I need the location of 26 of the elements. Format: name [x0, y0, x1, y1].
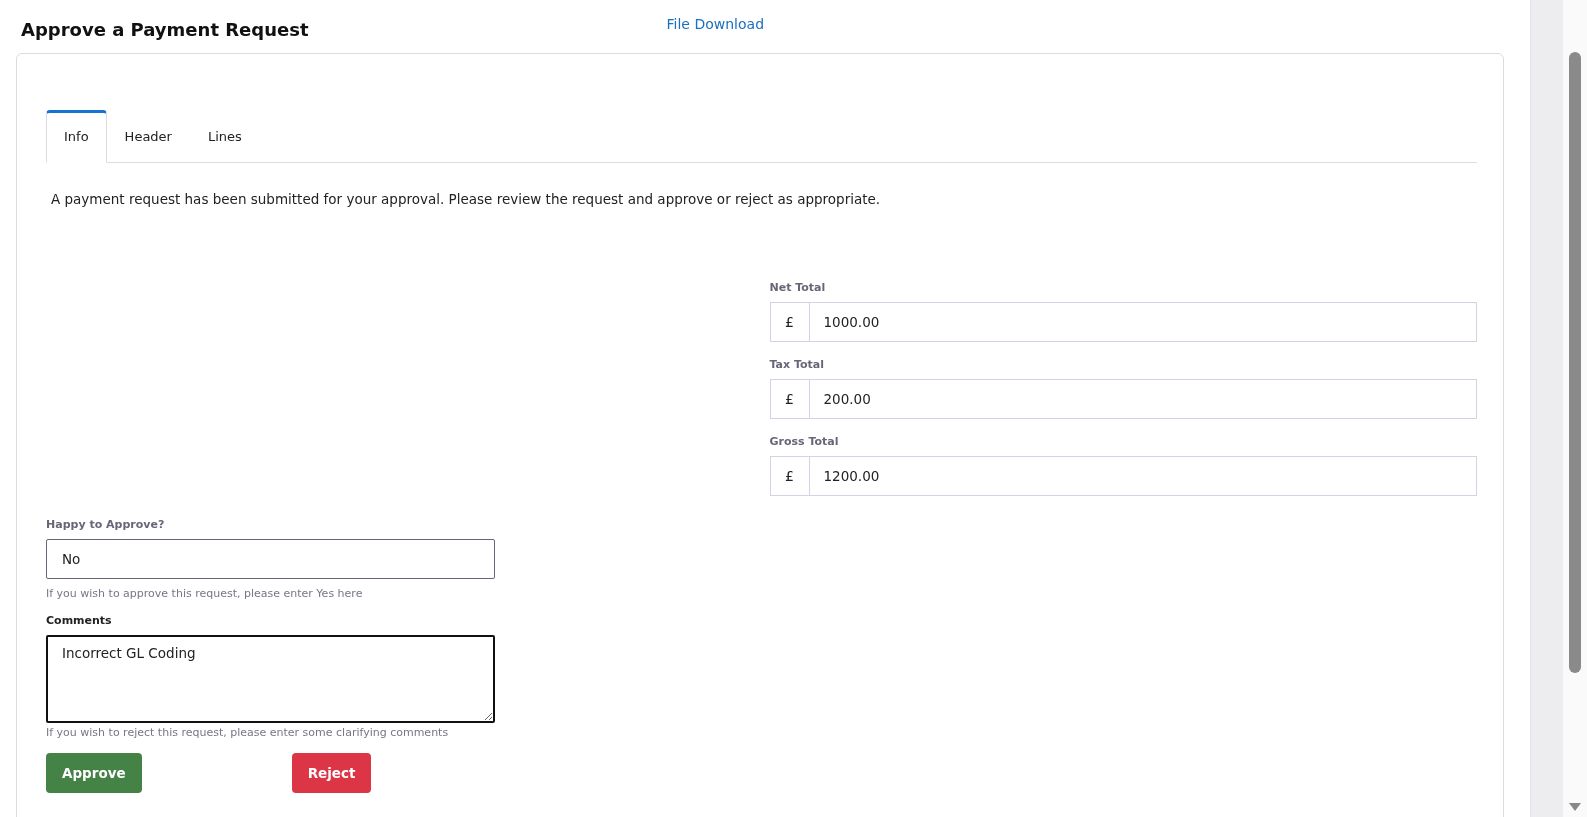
currency-addon: £ [769, 456, 810, 496]
approve-field[interactable]: No [46, 539, 495, 579]
tab[interactable]: Header [106, 110, 190, 163]
scrollbar[interactable] [1563, 0, 1587, 817]
intro-text: A payment request has been submitted for your approval. Please review the request and approve or reject as appropriate. [51, 191, 882, 207]
file-download-link[interactable]: File Download [666, 15, 764, 32]
tab[interactable]: Info [46, 110, 107, 163]
approve-button[interactable]: Approve [46, 753, 142, 793]
help-text: If you wish to approve this request, please enter Yes here [46, 587, 364, 600]
reject-button[interactable]: Reject [291, 753, 372, 793]
scrollbar-thumb[interactable] [1569, 52, 1581, 673]
scroll-down-icon[interactable] [1569, 803, 1581, 811]
comments-field[interactable]: Incorrect GL Coding [46, 635, 495, 723]
amount-field[interactable]: 200.00 [809, 379, 1477, 419]
help-text: If you wish to reject this request, please enter some clarifying comments [46, 726, 450, 739]
page-title: Approve a Payment Request [21, 19, 309, 40]
amount-field[interactable]: 1200.00 [809, 456, 1477, 496]
amount-field[interactable]: 1000.00 [809, 302, 1477, 342]
field-label: Net Total [769, 281, 827, 294]
tab[interactable]: Lines [189, 110, 260, 163]
field-label: Tax Total [769, 358, 825, 371]
currency-addon: £ [769, 379, 810, 419]
field-label: Happy to Approve? [46, 518, 166, 531]
currency-addon: £ [769, 302, 810, 342]
field-label: Comments [46, 614, 113, 627]
field-label: Gross Total [769, 435, 840, 448]
